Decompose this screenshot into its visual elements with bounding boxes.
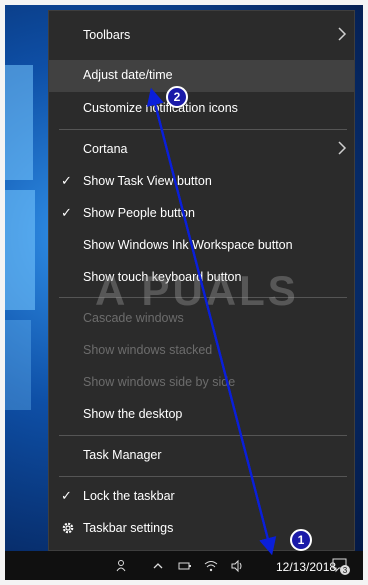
- watermark: A PUALS: [95, 267, 299, 314]
- menu-item-show-the-desktop[interactable]: Show the desktop: [49, 399, 354, 431]
- menu-item-show-windows-side-by-side: Show windows side by side: [49, 367, 354, 399]
- menu-item-cortana[interactable]: Cortana: [49, 134, 354, 166]
- menu-separator: [59, 129, 347, 130]
- menu-item-task-manager[interactable]: Task Manager: [49, 440, 354, 472]
- chevron-right-icon: [338, 141, 347, 155]
- menu-item-show-windows-ink-workspace-button[interactable]: Show Windows Ink Workspace button: [49, 230, 354, 262]
- menu-item-label: Show Windows Ink Workspace button: [83, 238, 293, 252]
- windows-logo-pane: [5, 190, 35, 310]
- menu-item-label: Adjust date/time: [83, 68, 173, 82]
- taskbar[interactable]: 12/13/2018 3: [5, 551, 363, 580]
- menu-item-toolbars[interactable]: Toolbars: [49, 20, 354, 52]
- annotation-marker-1: 1: [290, 529, 312, 551]
- menu-item-label: Toolbars: [83, 28, 131, 42]
- checkmark-icon: ✓: [61, 488, 72, 503]
- wifi-icon[interactable]: [204, 559, 218, 573]
- menu-separator: [59, 435, 347, 436]
- checkmark-icon: ✓: [61, 205, 72, 220]
- annotation-marker-2: 2: [166, 86, 188, 108]
- menu-item-label: Lock the taskbar: [83, 489, 175, 503]
- chevron-up-icon[interactable]: [151, 559, 165, 573]
- windows-logo-pane: [5, 320, 31, 410]
- action-center-icon[interactable]: 3: [331, 556, 351, 576]
- menu-item-label: Show windows side by side: [83, 375, 236, 389]
- menu-item-label: Customize notification icons: [83, 101, 238, 115]
- menu-item-label: Show People button: [83, 206, 195, 220]
- notification-count: 3: [343, 566, 348, 575]
- chevron-right-icon: [338, 27, 347, 41]
- battery-icon[interactable]: [178, 559, 192, 573]
- menu-item-label: Show Task View button: [83, 174, 212, 188]
- taskbar-clock[interactable]: 12/13/2018: [276, 560, 336, 574]
- menu-item-label: Show the desktop: [83, 407, 183, 421]
- volume-icon[interactable]: [230, 559, 244, 573]
- menu-item-label: Cortana: [83, 142, 128, 156]
- menu-item-lock-the-taskbar[interactable]: ✓ Lock the taskbar: [49, 481, 354, 513]
- menu-item-label: Taskbar settings: [83, 521, 174, 535]
- checkmark-icon: ✓: [61, 173, 72, 188]
- menu-item-show-windows-stacked: Show windows stacked: [49, 335, 354, 367]
- menu-item-label: Task Manager: [83, 448, 162, 462]
- windows-logo-pane: [5, 65, 33, 180]
- menu-item-label: Show windows stacked: [83, 343, 213, 357]
- menu-item-customize-notification-icons[interactable]: Customize notification icons: [49, 93, 354, 125]
- gear-icon: [62, 522, 74, 534]
- menu-item-adjust-date-time[interactable]: Adjust date/time: [49, 60, 354, 92]
- menu-item-show-task-view-button[interactable]: ✓ Show Task View button: [49, 166, 354, 198]
- people-icon[interactable]: [116, 559, 130, 573]
- menu-item-show-people-button[interactable]: ✓ Show People button: [49, 198, 354, 230]
- menu-separator: [59, 476, 347, 477]
